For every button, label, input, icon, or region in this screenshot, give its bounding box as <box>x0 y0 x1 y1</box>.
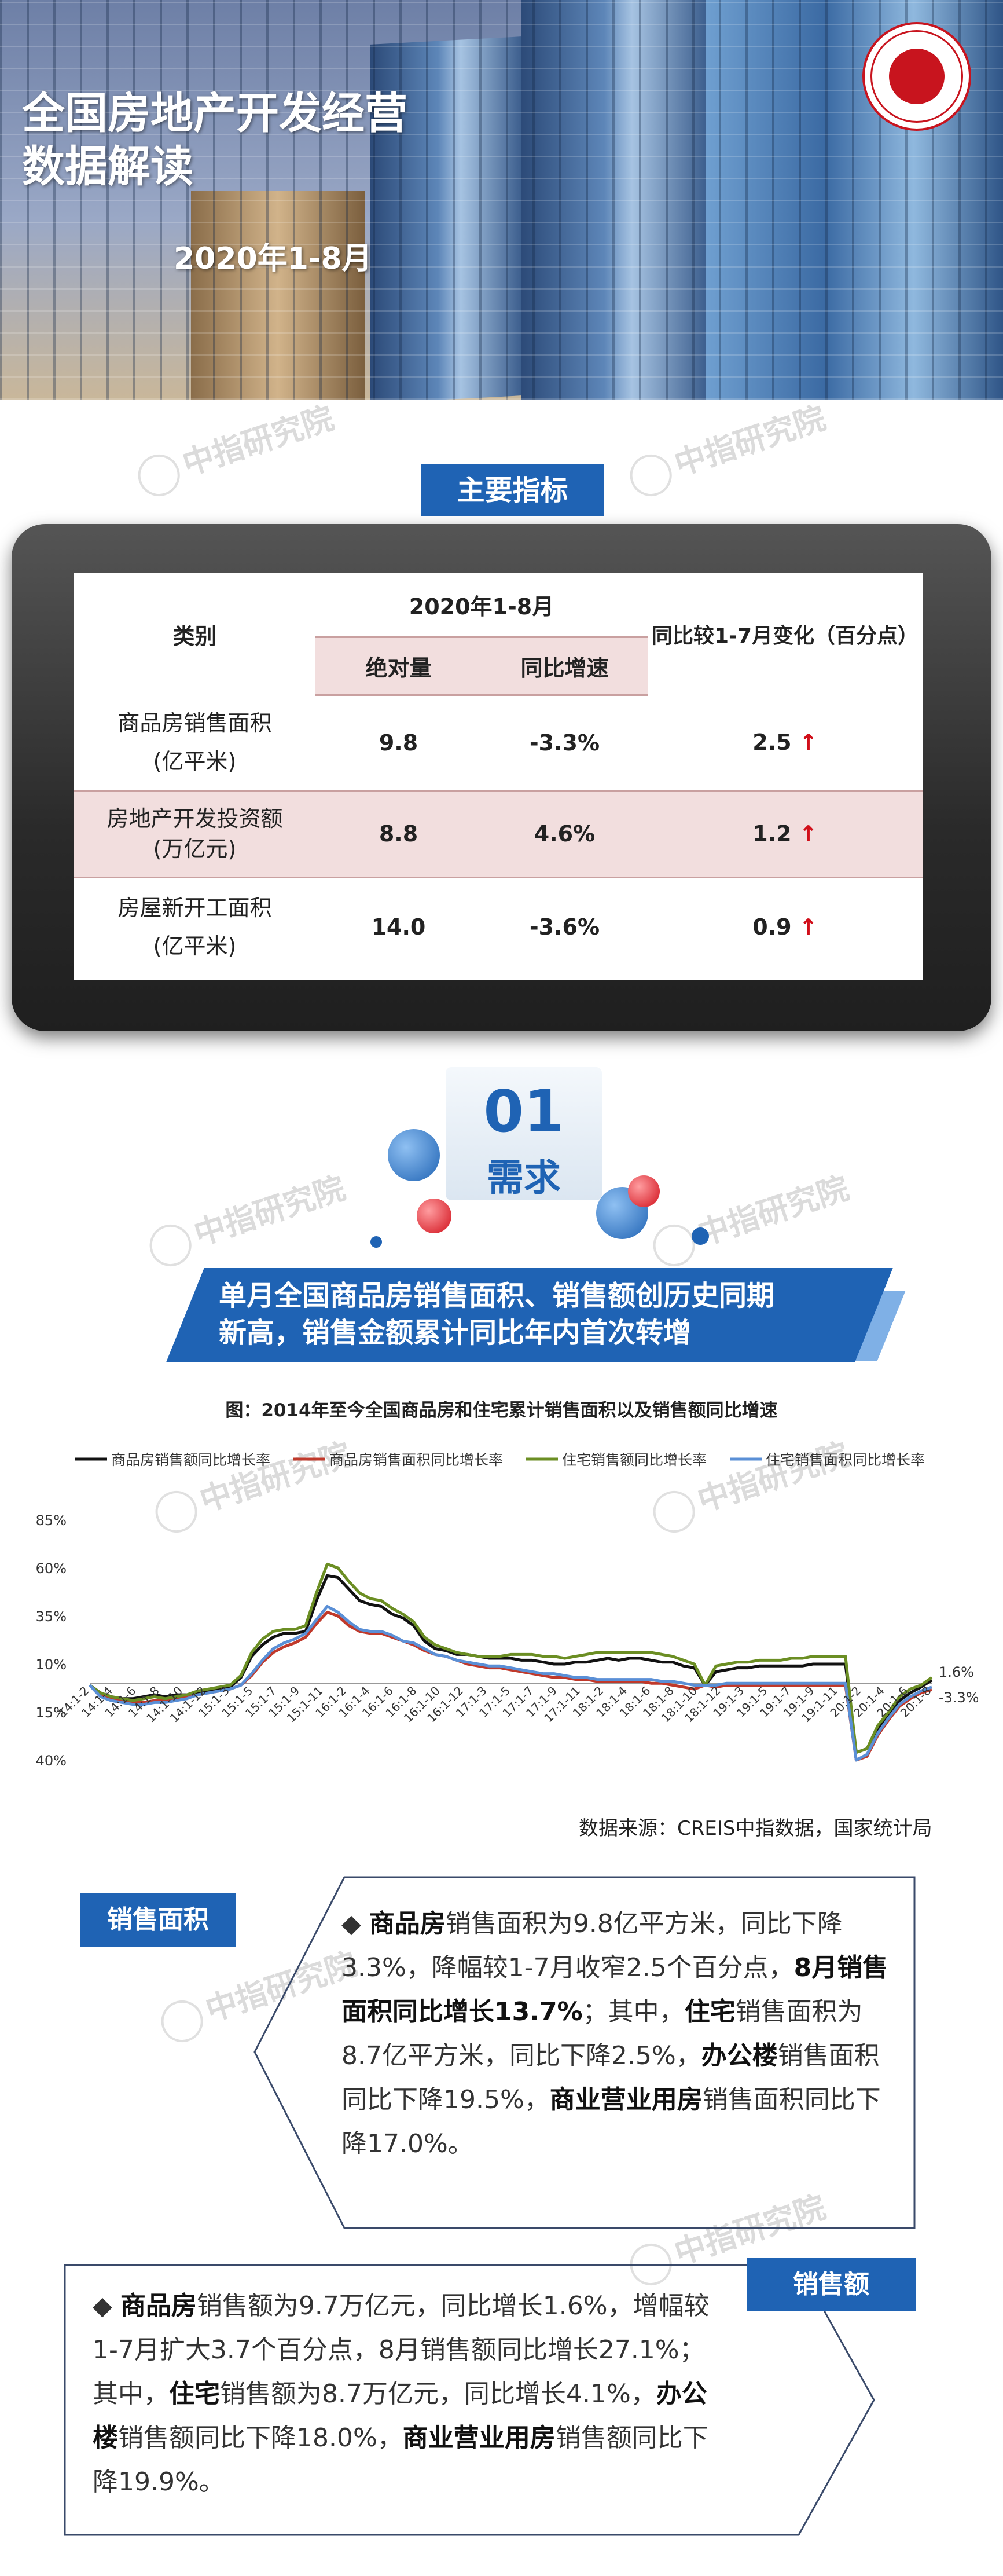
decor-ball <box>388 1129 440 1181</box>
indicator-table: 类别 2020年1-8月 同比较1-7月变化（百分点） 绝对量 同比增速 商品房… <box>74 573 923 980</box>
line-chart: 商品房销售额同比增长率 商品房销售面积同比增长率 住宅销售额同比增长率 住宅销售面积同… <box>35 1452 978 1769</box>
section-number: 01 <box>483 1078 564 1145</box>
series-line <box>89 1574 933 1754</box>
table-row: 商品房销售面积 (亿平米) 9.8 -3.3% 2.5 ↑ <box>74 695 923 790</box>
section-01-block: 01 需求 <box>446 1067 602 1200</box>
china-index-academy-logo <box>862 22 971 131</box>
arrow-up-icon: ↑ <box>799 914 818 940</box>
watermark: 中指研究院 <box>131 393 340 502</box>
date-label: 2020年1-8月 <box>174 241 372 276</box>
header-category: 类别 <box>172 623 217 649</box>
end-value-label: 1.6% <box>939 1664 974 1680</box>
section-label-sales-area: 销售面积 <box>80 1893 236 1947</box>
page-title: 全国房地产开发经营 数据解读 <box>22 87 407 193</box>
watermark: 中指研究院 <box>646 1163 855 1272</box>
decor-ball <box>692 1227 709 1245</box>
section-label-sales-amount: 销售额 <box>747 2258 916 2311</box>
arrow-up-icon: ↑ <box>799 821 818 847</box>
y-tick-label: -40% <box>35 1753 67 1769</box>
header-abs: 绝对量 <box>315 637 482 696</box>
y-tick-label: 60% <box>36 1560 67 1577</box>
legend-label: 商品房销售额同比增长率 <box>111 1452 270 1468</box>
y-tick-label: 85% <box>36 1512 67 1529</box>
y-tick-label: 35% <box>36 1608 67 1625</box>
header-period: 2020年1-8月 <box>315 573 648 638</box>
watermark: 中指研究院 <box>623 393 832 502</box>
legend-label: 住宅销售面积同比增长率 <box>766 1452 925 1468</box>
end-value-label: -3.3% <box>939 1690 978 1706</box>
chart-title: 图：2014年至今全国商品房和住宅累计销售面积以及销售额同比增速 <box>225 1400 778 1421</box>
header-yoy: 同比增速 <box>482 637 648 696</box>
table-row: 房地产开发投资额 (万亿元) 8.8 4.6% 1.2 ↑ <box>74 790 923 877</box>
legend-label: 住宅销售额同比增长率 <box>562 1452 707 1468</box>
hero-banner: 全国房地产开发经营 数据解读 2020年1-8月 <box>0 0 1003 400</box>
sales-amount-paragraph: ◆ 商品房销售额为9.7万亿元，同比增长1.6%，增幅较1-7月扩大3.7个百分… <box>93 2291 710 2497</box>
decor-ball <box>417 1199 451 1233</box>
section-label-main: 主要指标 <box>421 464 604 516</box>
legend-label: 商品房销售面积同比增长率 <box>329 1452 503 1468</box>
headline-text: 单月全国商品房销售面积、销售额创历史同期 新高，销售金额累计同比年内首次转增 <box>219 1280 775 1349</box>
chart-source: 数据来源：CREIS中指数据，国家统计局 <box>579 1817 932 1840</box>
title-line: 数据解读 <box>22 142 193 192</box>
sales-area-paragraph: ◆ 商品房销售面积为9.8亿平方米，同比下降3.3%，降幅较1-7月收窄2.5个… <box>341 1909 888 2159</box>
y-tick-label: 10% <box>36 1657 67 1673</box>
section-title: 需求 <box>487 1157 561 1200</box>
decor-ball <box>370 1236 382 1248</box>
decor-ball <box>628 1175 660 1207</box>
table-row: 房屋新开工面积 (亿平米) 14.0 -3.6% 0.9 ↑ <box>117 895 818 959</box>
watermark: 中指研究院 <box>142 1163 351 1272</box>
title-line: 全国房地产开发经营 <box>22 89 407 138</box>
header-change: 同比较1-7月变化（百分点） <box>651 624 919 648</box>
arrow-up-icon: ↑ <box>799 729 818 755</box>
